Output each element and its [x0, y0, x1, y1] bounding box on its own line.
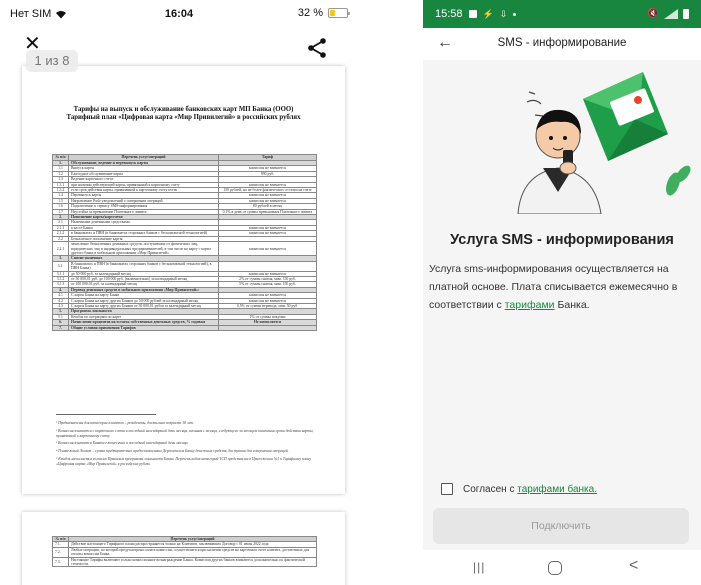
row-tariff: комиссия не взимается	[218, 241, 317, 257]
table-row: 7.2. Любые операции, по которой предусмот…	[52, 546, 317, 558]
consent-row: Согласен с тарифами банка.	[441, 483, 597, 495]
connect-button[interactable]: Подключить	[433, 508, 689, 544]
consent-label: Согласен с тарифами банка.	[463, 484, 597, 495]
tariff-table-2-body: 7.1. Действие настоящего Тарифного плана …	[52, 541, 317, 568]
row-service: Начисление процентов на остаток собствен…	[68, 319, 219, 326]
battery-icon	[683, 8, 689, 19]
battery-info: 32 %	[297, 7, 350, 19]
document-page-2: № п/п Перечень услуг/операций 7.1. Действ…	[22, 512, 345, 585]
consent-text: Согласен с	[463, 483, 518, 495]
row-tariff	[218, 260, 317, 272]
footnote: ⁵ Кешбэк начисляется согласно Правилам п…	[56, 456, 312, 466]
battery-percent: 32 %	[297, 7, 323, 19]
document-title-line-2: Тарифный план «Цифровая карта «Мир Приви…	[66, 114, 301, 121]
row-service: Перевод денежных средств в мобильном при…	[68, 286, 219, 294]
description-text-end: Банка.	[554, 299, 590, 311]
screen-title: SMS - информирование	[497, 37, 627, 49]
page-indicator: 1 из 8	[26, 50, 78, 72]
leaf-decoration	[666, 165, 691, 196]
row-service: С карты Банка на карту других Банков от …	[68, 302, 219, 310]
footnote-rule	[56, 414, 156, 415]
row-service: С карты Банка на карту других Банков до …	[68, 297, 219, 305]
status-left: 15:58 ⚡ ⇩	[435, 8, 517, 20]
arrows-icon	[526, 91, 544, 117]
table-row: 4.2 С карты Банка на карту других Банков …	[52, 297, 317, 305]
android-time: 15:58	[435, 8, 463, 20]
row-service: в банкоматах и ПВН (в банкоматах сторонн…	[68, 230, 219, 237]
nav-back-icon[interactable]: <	[629, 557, 638, 575]
document-viewer: Нет SIM 16:04 32 % ✕ Тарифы на выпуск и …	[0, 0, 358, 585]
sms-screen: 15:58 ⚡ ⇩ 🔇 ← SMS - информирование Услуг…	[423, 0, 701, 585]
row-tariff	[218, 324, 317, 332]
recent-apps-icon[interactable]: |||	[473, 560, 485, 574]
row-service: В банкоматах и ПВН (в банкоматах сторонн…	[68, 260, 219, 272]
footnote: ¹ Предназначены для категории клиентов –…	[56, 421, 195, 425]
home-icon[interactable]	[548, 561, 562, 575]
row-number: 2.2.1	[52, 241, 69, 257]
screenshot-root: Нет SIM 16:04 32 % ✕ Тарифы на выпуск и …	[0, 0, 701, 585]
wifi-icon	[56, 10, 67, 18]
tariff-table: № п/п Перечень услуг/операций Тариф 1. Об…	[52, 154, 317, 332]
charging-icon: ⚡	[482, 8, 494, 19]
document-title: Тарифы на выпуск и обслуживание банковск…	[22, 106, 345, 122]
dot-icon	[513, 12, 517, 16]
share-icon[interactable]	[306, 37, 328, 59]
notification-icon	[468, 10, 477, 18]
android-status-bar: 15:58 ⚡ ⇩ 🔇	[423, 0, 701, 28]
row-service: Общие условия применения Тарифов	[68, 324, 219, 332]
sms-description: Услуга sms-информирования осуществляется…	[429, 260, 697, 314]
sms-heading: Услуга SMS - информирования	[450, 232, 674, 248]
status-right: 🔇	[648, 8, 689, 19]
row-number: 7.2.	[52, 546, 69, 558]
row-service: Настоящие Тарифы включают только комисси…	[68, 556, 317, 568]
row-tariff: 150 рублей, но не более фактического ост…	[218, 186, 317, 194]
document-title-line-1: Тарифы на выпуск и обслуживание банковск…	[73, 106, 294, 113]
row-service: зачисление безналичных денежных средств,…	[68, 241, 219, 257]
app-bar: ← SMS - информирование	[423, 28, 701, 60]
table-row: 2.1.2 в банкоматах и ПВН (в банкоматах ст…	[52, 230, 317, 237]
table-row: 6. Начисление процентов на остаток собств…	[52, 319, 317, 326]
bank-tariffs-link[interactable]: тарифами банка.	[517, 484, 597, 495]
tariff-table-page-2: № п/п Перечень услуг/операций 7.1. Действ…	[52, 535, 317, 568]
row-number: 3.1.	[52, 260, 69, 272]
mute-icon: 🔇	[647, 8, 659, 18]
person-with-phone-illustration	[517, 72, 691, 214]
table-row: 7. Общие условия применения Тарифов	[52, 324, 317, 332]
tariffs-link[interactable]: тарифами	[505, 299, 555, 311]
table-row: 2.2.1 зачисление безналичных денежных сре…	[52, 241, 317, 257]
signal-icon	[664, 8, 678, 19]
carrier-label: Нет SIM	[10, 8, 52, 20]
row-number: 7.3.	[52, 556, 69, 568]
sms-content: Услуга SMS - информирования Услуга sms-и…	[423, 60, 701, 550]
download-icon: ⇩	[499, 8, 508, 19]
footnote: ³ Комиссия взимается Банком ежемесячно в…	[56, 441, 189, 446]
document-footnotes: ¹ Предназначены для категории клиентов –…	[56, 414, 318, 470]
document-page-1: Тарифы на выпуск и обслуживание банковск…	[22, 66, 345, 494]
table-row: 3.1.2 от 50 000,01 руб. до 100 000 руб. (…	[52, 275, 317, 283]
row-service: Любые операции, по которой предусмотрена…	[68, 546, 317, 558]
person-figure	[517, 109, 602, 214]
table-row: 3.1. В банкоматах и ПВН (в банкоматах сто…	[52, 260, 317, 272]
battery-level-fill	[330, 10, 336, 16]
carrier-info: Нет SIM	[10, 8, 67, 20]
envelope-icon	[583, 72, 668, 161]
android-nav-bar: ||| <	[423, 550, 701, 585]
footnote: ⁴ Платежный Лимит – сумма предварительно…	[56, 449, 289, 454]
footnote: ² Комиссия взимается с карточного счета …	[56, 428, 314, 438]
tariff-table-body: 1. Обслуживание, ведение и перевыпуск кар…	[52, 159, 317, 332]
consent-checkbox[interactable]	[441, 483, 453, 495]
ios-status-bar: Нет SIM 16:04 32 %	[0, 0, 358, 26]
row-tariff: 0,1% в день от суммы превышения Платежно…	[218, 208, 317, 216]
table-row: 7.3. Настоящие Тарифы включают только ком…	[52, 556, 317, 568]
battery-icon	[328, 8, 350, 18]
row-number: 7.	[52, 324, 69, 332]
table-row: 4.3 С карты Банка на карту других Банков …	[52, 302, 317, 310]
